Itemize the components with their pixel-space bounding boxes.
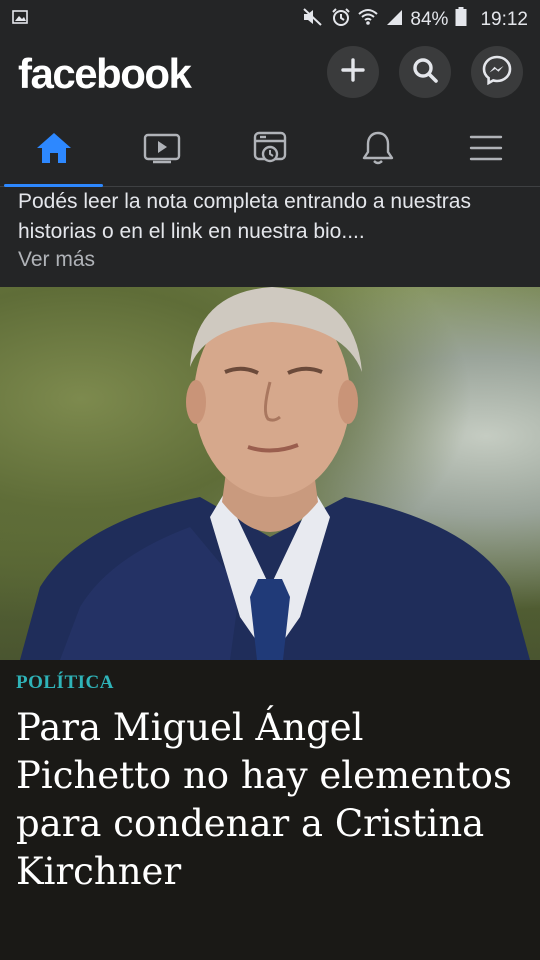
search-icon [411,56,439,89]
video-icon [143,132,181,169]
plus-icon [340,57,366,88]
memories-icon [252,130,288,171]
tab-memories[interactable] [220,114,320,186]
post-text: Podés leer la nota completa entrando a n… [18,190,471,243]
post-photo[interactable] [0,287,540,660]
portrait-illustration [20,287,530,660]
wifi-icon [358,8,379,32]
facebook-logo[interactable]: facebook [18,50,192,98]
post-caption: Podés leer la nota completa entrando a n… [0,187,540,287]
messenger-icon [482,55,512,90]
nav-tab-bar [0,114,540,187]
menu-icon [469,134,503,167]
tab-watch[interactable] [112,114,212,186]
search-button[interactable] [399,46,451,98]
article-category: POLÍTICA [16,672,114,693]
tab-home[interactable] [4,114,104,186]
status-bar: 84% 19:12 [0,0,540,36]
battery-icon [455,7,467,33]
article-card[interactable]: POLÍTICA Para Miguel Ángel Pichetto no h… [0,660,540,960]
battery-label: 84% [410,9,449,30]
article-headline: Para Miguel Ángel Pichetto no hay elemen… [16,706,512,893]
app-header: facebook [0,36,540,114]
tab-notifications[interactable] [328,114,428,186]
create-button[interactable] [327,46,379,98]
home-icon [35,131,73,170]
messenger-button[interactable] [471,46,523,98]
clock: 19:12 [480,9,528,30]
see-more-link[interactable]: Ver más [18,245,95,275]
bell-icon [361,130,395,171]
mute-icon [302,7,324,33]
signal-icon [385,8,403,32]
image-icon [12,10,28,29]
tab-menu[interactable] [436,114,536,186]
alarm-icon [331,7,351,33]
